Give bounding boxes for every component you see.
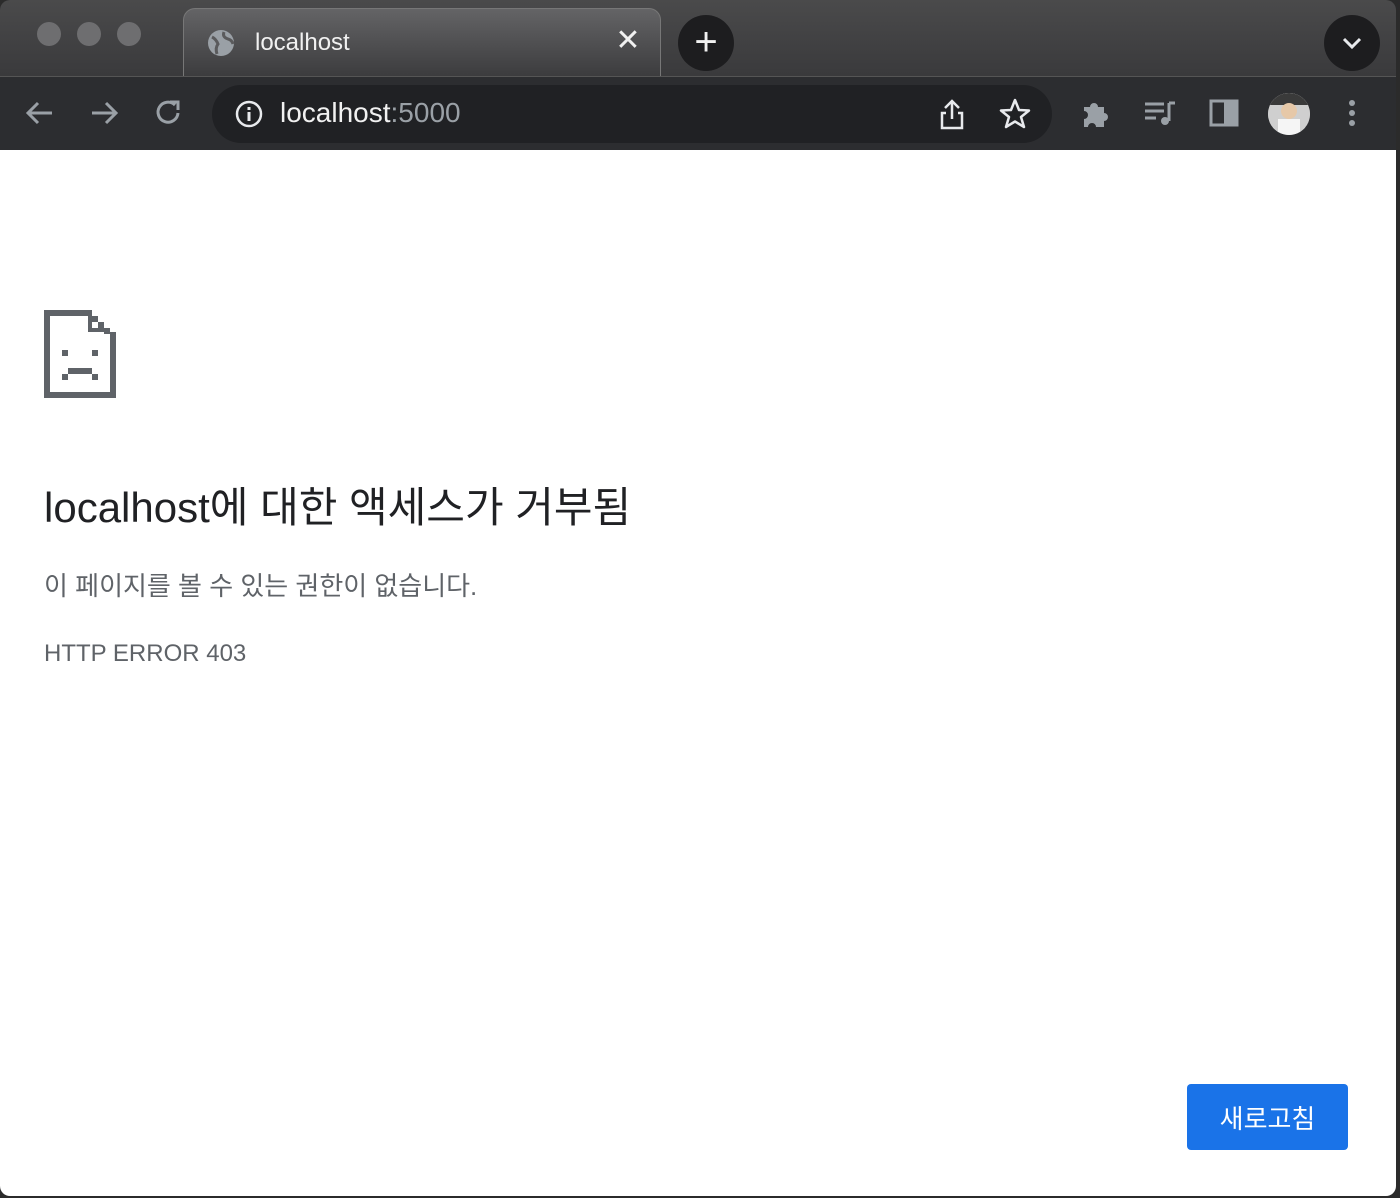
profile-avatar[interactable]: [1268, 93, 1310, 135]
close-window-button[interactable]: [37, 22, 61, 46]
tab-strip: localhost ✕ +: [0, 0, 1396, 76]
browser-window: localhost ✕ + localhost:5000 localhost에 …: [0, 0, 1396, 1196]
address-bar[interactable]: localhost:5000: [212, 85, 1052, 143]
more-vert-icon[interactable]: [1334, 95, 1370, 131]
tab-localhost[interactable]: localhost ✕: [183, 8, 661, 76]
error-code: HTTP ERROR 403: [44, 640, 247, 667]
toolbar: localhost:5000: [0, 76, 1396, 150]
tab-search-button[interactable]: [1324, 15, 1380, 71]
new-tab-button[interactable]: +: [678, 15, 734, 71]
back-arrow-icon[interactable]: [22, 95, 58, 131]
error-heading: localhost에 대한 액세스가 거부됨: [44, 484, 632, 531]
forward-arrow-icon[interactable]: [86, 95, 122, 131]
chevron-down-icon: [1342, 37, 1362, 50]
globe-icon: [208, 30, 235, 56]
page-content: localhost에 대한 액세스가 거부됨 이 페이지를 볼 수 있는 권한이…: [0, 150, 1396, 1196]
url-host: localhost: [280, 97, 391, 128]
star-icon[interactable]: [998, 97, 1032, 131]
info-icon[interactable]: [234, 99, 264, 129]
side-panel-icon[interactable]: [1206, 95, 1242, 131]
reload-button[interactable]: 새로고침: [1187, 1084, 1348, 1150]
puzzle-icon[interactable]: [1078, 95, 1114, 131]
maximize-window-button[interactable]: [117, 22, 141, 46]
minimize-window-button[interactable]: [77, 22, 101, 46]
reload-icon[interactable]: [150, 95, 186, 131]
error-description: 이 페이지를 볼 수 있는 권한이 없습니다.: [44, 571, 478, 601]
close-tab-icon[interactable]: ✕: [614, 26, 642, 56]
sad-page-icon: [44, 310, 116, 398]
window-controls: [37, 22, 141, 46]
tab-title: localhost: [255, 29, 350, 56]
url-port: :5000: [390, 97, 461, 128]
media-queue-icon[interactable]: [1142, 95, 1178, 131]
url-text[interactable]: localhost:5000: [280, 97, 461, 129]
avatar-image: [1268, 93, 1310, 135]
share-icon[interactable]: [936, 97, 968, 131]
